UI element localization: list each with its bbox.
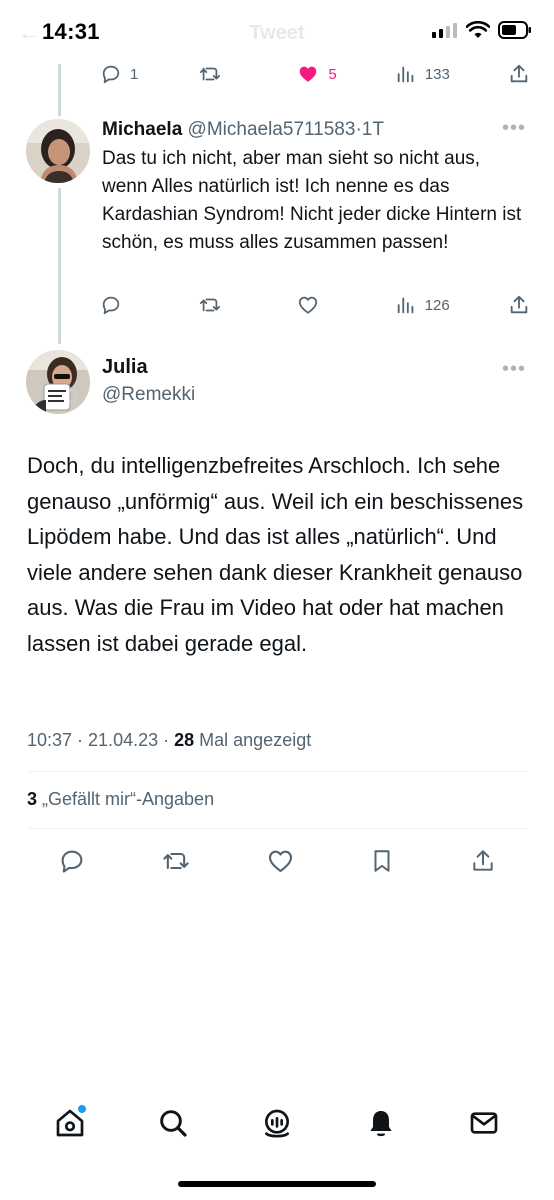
views-icon (397, 66, 414, 83)
avatar-michaela[interactable] (26, 119, 90, 183)
view-count: 28 (174, 730, 195, 750)
heart-icon (299, 296, 318, 314)
nav-search[interactable] (151, 1101, 195, 1145)
heart-icon[interactable] (266, 847, 295, 875)
share-button[interactable] (508, 63, 532, 85)
reply-icon (102, 296, 120, 315)
likes-summary[interactable]: 3 „Gefällt mir“-Angaben (27, 789, 214, 810)
reply-button[interactable]: 1 (100, 63, 140, 85)
battery-icon (498, 21, 531, 39)
reply-icon[interactable] (58, 847, 86, 875)
nav-home[interactable] (48, 1101, 92, 1145)
views-count: 133 (424, 65, 450, 83)
tweet-timestamp: 10:37 · 21.04.23 · (27, 730, 175, 750)
author-name[interactable]: Michaela (102, 119, 182, 140)
michaela-header: Michaela @Michaela5711583·1T (102, 119, 384, 141)
likes-count: 3 (27, 789, 38, 809)
reply-count: 1 (130, 65, 139, 83)
like-count: 5 (328, 65, 337, 83)
reply-text: Das tu ich nicht, aber man sieht so nich… (102, 148, 522, 253)
retweet-icon (200, 67, 221, 81)
main-tweet-text: Doch, du intelligenzbefreites Arschloch.… (27, 453, 524, 656)
views-icon (397, 297, 414, 314)
divider (27, 828, 527, 829)
cellular-signal-icon (432, 23, 457, 38)
views-button[interactable]: 126 (395, 294, 450, 316)
retweet-button[interactable] (198, 63, 238, 85)
tweet-metadata: 10:37 · 21.04.23 · 28 Mal angezeigt (27, 730, 311, 751)
like-button[interactable] (296, 294, 336, 316)
retweet-icon (200, 298, 221, 312)
bookmark-icon[interactable] (369, 847, 395, 875)
nav-notifications[interactable] (359, 1101, 403, 1145)
share-icon[interactable] (470, 847, 496, 875)
retweet-button[interactable] (198, 294, 238, 316)
search-icon (160, 1110, 187, 1137)
main-author-name[interactable]: Julia (102, 356, 148, 379)
divider (27, 771, 527, 772)
home-indicator[interactable] (178, 1181, 376, 1187)
reply-button[interactable] (100, 294, 140, 316)
share-icon (510, 295, 528, 314)
spaces-icon (264, 1109, 289, 1138)
retweet-icon[interactable] (161, 847, 191, 875)
nav-spaces[interactable] (255, 1101, 299, 1145)
more-icon[interactable]: ••• (502, 117, 526, 140)
thread-line-top (58, 64, 61, 116)
wifi-icon (466, 21, 490, 38)
nav-messages[interactable] (462, 1101, 506, 1145)
messages-icon (470, 1112, 498, 1134)
main-author-handle[interactable]: @Remekki (102, 384, 195, 406)
status-bar: ← Tweet 14:31 (0, 0, 554, 64)
like-button[interactable]: 5 (296, 63, 337, 85)
reply-icon (102, 65, 120, 84)
thread-line-middle (58, 188, 61, 344)
post-time: 1T (361, 119, 384, 140)
status-time: 14:31 (42, 19, 100, 44)
notification-dot (77, 1105, 86, 1113)
share-button[interactable] (508, 294, 532, 316)
status-icons (432, 21, 532, 39)
view-label: Mal angezeigt (194, 730, 312, 750)
more-icon[interactable]: ••• (502, 358, 526, 381)
notifications-icon (369, 1111, 392, 1137)
views-count: 126 (424, 296, 450, 314)
heart-icon (300, 66, 317, 82)
bottom-nav (0, 1098, 554, 1148)
author-handle[interactable]: @Michaela5711583 (188, 119, 356, 140)
avatar-julia[interactable] (26, 350, 90, 414)
likes-label: „Gefällt mir“-Angaben (37, 789, 215, 809)
views-button[interactable]: 133 (395, 63, 450, 85)
share-icon (510, 64, 528, 83)
main-tweet-actions (58, 846, 496, 876)
michaela-actions: 126 (100, 290, 532, 320)
